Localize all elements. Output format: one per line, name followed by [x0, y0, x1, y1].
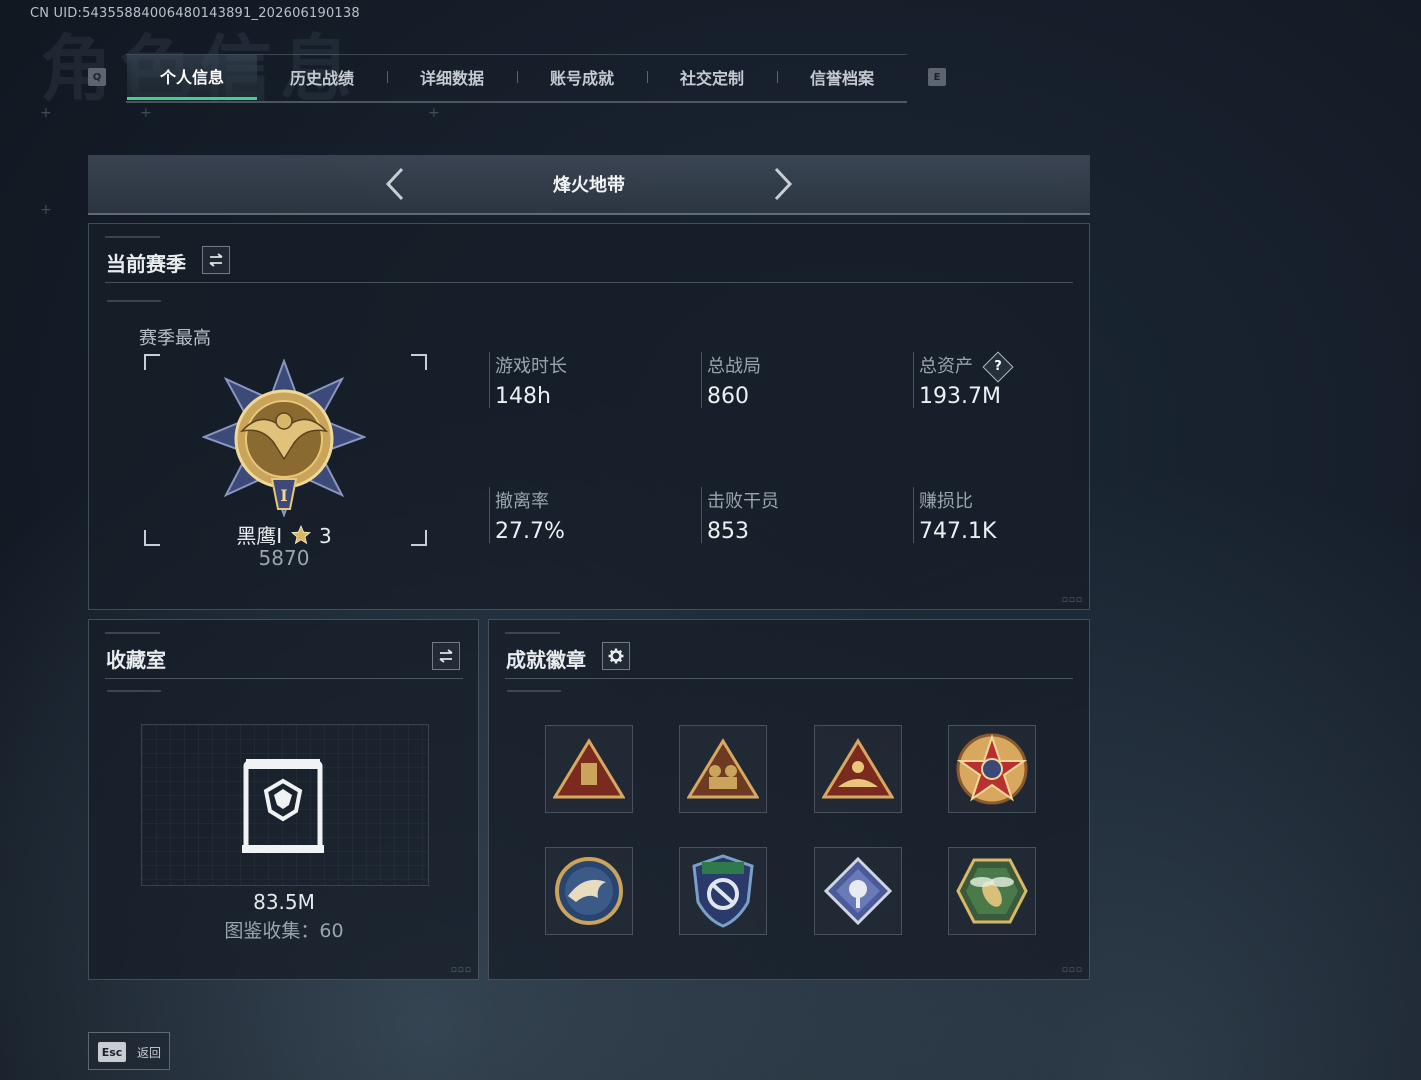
decor-dots: ▫▫▫: [450, 965, 472, 975]
decor-dots: ▫▫▫: [1061, 595, 1083, 605]
tab-detailed-data[interactable]: 详细数据: [387, 54, 517, 100]
stat-value: 747.1K: [919, 519, 997, 544]
stat-label: 击败干员: [707, 491, 779, 512]
decor-cross-icon: +: [140, 105, 152, 121]
chevron-right-icon[interactable]: [766, 165, 796, 203]
stat-separator: [489, 352, 490, 408]
esc-key: Esc: [98, 1042, 126, 1062]
triangle-soldiers-badge-icon: [687, 738, 759, 799]
decor-line: [107, 690, 161, 692]
badge-slot[interactable]: [814, 725, 902, 813]
rank-name: 黑鹰I 3: [209, 520, 359, 549]
triangle-crate-badge-icon: [553, 738, 625, 799]
gear-icon: [608, 648, 624, 664]
tab-credit-record[interactable]: 信誉档案: [777, 54, 907, 100]
frame-corner: [144, 530, 160, 546]
uid-text: CN UID:54355884006480143891_202606190138: [30, 6, 360, 21]
svg-text:I: I: [280, 486, 287, 505]
decor-dots: ▫▫▫: [1061, 965, 1083, 975]
collection-title: 收藏室: [106, 648, 166, 672]
stat-value: 853: [707, 519, 749, 544]
decor-line: [107, 300, 161, 302]
badge-slot[interactable]: [948, 725, 1036, 813]
star-medal-badge-icon: [956, 733, 1028, 805]
stat-separator: [701, 352, 702, 408]
decor-line: [507, 690, 561, 692]
badge-settings-button[interactable]: [602, 642, 630, 670]
badge-slot[interactable]: [545, 725, 633, 813]
stat-label: 撤离率: [495, 491, 549, 512]
switch-season-button[interactable]: [202, 246, 230, 274]
badge-slot[interactable]: [948, 847, 1036, 935]
back-button[interactable]: Esc 返回: [88, 1032, 170, 1070]
prev-tab-key[interactable]: Q: [88, 68, 106, 86]
stat-separator: [913, 352, 914, 408]
stat-value: 27.7%: [495, 519, 565, 544]
tab-account-achievements[interactable]: 账号成就: [517, 54, 647, 100]
rank-stars: 3: [318, 524, 332, 548]
triangle-hands-badge-icon: [822, 738, 894, 799]
stat-label-text: 总资产: [919, 356, 973, 377]
star-icon: [290, 524, 311, 545]
decor-cross-icon: +: [40, 105, 52, 121]
decor-line: [105, 236, 160, 238]
season-title: 当前赛季: [106, 252, 186, 276]
stat-value: 193.7M: [919, 384, 1001, 409]
collection-count: 图鉴收集：60: [224, 920, 344, 942]
current-season-panel: 当前赛季 赛季最高 I 黑鹰I 3 5870 游戏时长 148h 总战局 860…: [88, 223, 1090, 610]
frame-corner: [144, 354, 160, 370]
stat-label: 总战局: [707, 356, 761, 377]
rose-diamond-badge-icon: [823, 856, 893, 926]
decor-cross-icon: +: [428, 105, 440, 121]
stat-value: 860: [707, 384, 749, 409]
decor-cross-icon: +: [40, 202, 52, 218]
badge-slot[interactable]: [814, 847, 902, 935]
hexagon-wasp-badge-icon: [956, 858, 1028, 924]
badges-title: 成就徽章: [506, 648, 586, 672]
next-tab-key[interactable]: E: [928, 68, 946, 86]
collection-showcase: [141, 724, 429, 886]
help-icon-glyph: ?: [993, 359, 1002, 374]
badge-slot[interactable]: [679, 725, 767, 813]
swap-icon: [209, 253, 223, 267]
stat-separator: [489, 487, 490, 543]
tab-match-history[interactable]: 历史战绩: [257, 54, 387, 100]
decor-line: [505, 632, 560, 634]
shield-badge-icon: [692, 854, 754, 928]
rank-score: 5870: [258, 546, 310, 570]
collection-value: 83.5M: [253, 890, 315, 914]
panel-divider: [505, 678, 1073, 679]
mode-title: 烽火地带: [553, 175, 625, 196]
swap-icon: [439, 649, 453, 663]
frame-corner: [411, 354, 427, 370]
badge-slot[interactable]: [545, 847, 633, 935]
rank-medal-icon: I: [202, 359, 366, 517]
decor-line: [105, 632, 160, 634]
switch-collection-button[interactable]: [432, 642, 460, 670]
mode-selector: 烽火地带: [88, 155, 1090, 215]
panel-divider: [105, 678, 463, 679]
eagle-round-badge-icon: [555, 857, 623, 925]
season-best-label: 赛季最高: [139, 328, 211, 349]
tab-social-customization[interactable]: 社交定制: [647, 54, 777, 100]
stat-separator: [913, 487, 914, 543]
frame-corner: [411, 530, 427, 546]
stat-separator: [701, 487, 702, 543]
achievement-badges-panel: 成就徽章 ▫▫▫: [488, 619, 1090, 980]
collection-panel[interactable]: 收藏室 83.5M 图鉴收集：60 ▫▫▫: [88, 619, 479, 980]
rank-name-text: 黑鹰I: [236, 524, 283, 548]
vault-icon: [242, 759, 324, 853]
panel-divider: [105, 282, 1073, 283]
stat-label: 赚损比: [919, 491, 973, 512]
tab-bar: Q 个人信息 历史战绩 详细数据 账号成就 社交定制 信誉档案 E: [88, 54, 948, 103]
help-icon[interactable]: ?: [982, 351, 1014, 383]
stat-label: 总资产 ?: [919, 351, 1014, 383]
tab-personal-info[interactable]: 个人信息: [127, 54, 257, 100]
back-label: 返回: [137, 1046, 162, 1060]
badge-slot[interactable]: [679, 847, 767, 935]
stat-label: 游戏时长: [495, 356, 567, 377]
stat-value: 148h: [495, 384, 551, 409]
